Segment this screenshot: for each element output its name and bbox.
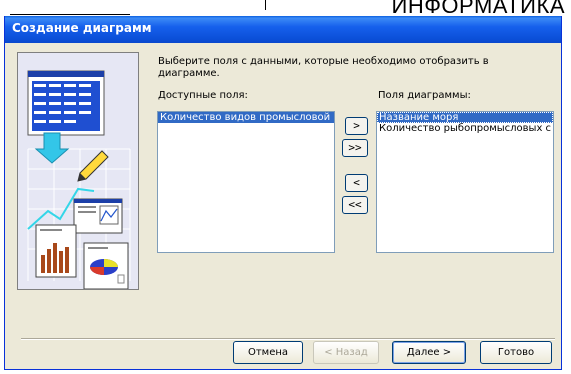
remove-all-fields-button[interactable]: << (342, 196, 368, 214)
finish-button[interactable]: Готово (480, 341, 552, 364)
back-button[interactable]: < Назад (313, 341, 379, 364)
instruction-text: Выберите поля с данными, которые необход… (158, 56, 489, 79)
available-fields-label: Доступные поля: (158, 90, 248, 101)
available-fields-list[interactable]: Количество видов промысловой (157, 111, 335, 253)
add-field-button[interactable]: > (345, 117, 368, 135)
title-bar[interactable]: Создание диаграмм (5, 16, 561, 43)
list-item[interactable]: Количество видов промысловой (158, 112, 334, 123)
chart-fields-list[interactable]: Название моря Количество рыбопромысловых… (376, 111, 554, 253)
chart-wizard-illustration (27, 70, 131, 289)
dialog-title: Создание диаграмм (12, 21, 152, 35)
cancel-button[interactable]: Отмена (233, 341, 303, 364)
chart-wizard-dialog: Создание диаграмм Выберите поля с данным… (4, 16, 562, 370)
document-rule (10, 14, 130, 15)
remove-field-button[interactable]: < (345, 174, 368, 192)
list-item[interactable]: Название моря (377, 112, 553, 123)
button-separator (21, 338, 555, 340)
add-all-fields-button[interactable]: >> (342, 139, 368, 157)
wizard-illustration (17, 52, 139, 290)
next-button[interactable]: Далее > (392, 341, 466, 364)
document-tick (265, 0, 266, 10)
chart-fields-label: Поля диаграммы: (378, 90, 471, 101)
document-background: ИНФОРМАТИКА (0, 0, 571, 18)
list-item[interactable]: Количество рыбопромысловых с (377, 123, 553, 134)
